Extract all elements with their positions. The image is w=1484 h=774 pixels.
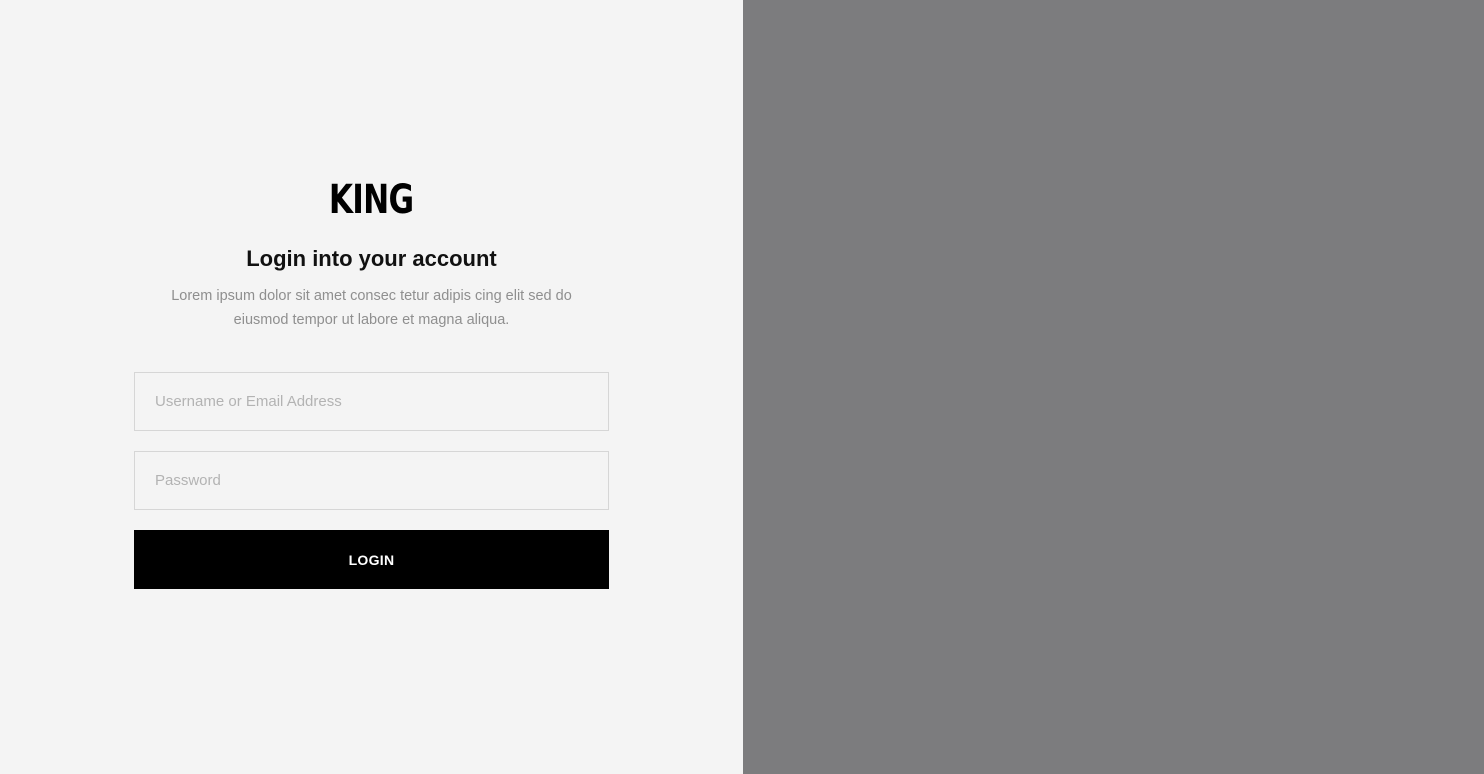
username-input[interactable] (134, 372, 609, 431)
page-title: Login into your account (246, 246, 497, 271)
login-panel: KING Login into your account Lorem ipsum… (0, 0, 743, 774)
logo: KING (134, 176, 609, 224)
login-description: Lorem ipsum dolor sit amet consec tetur … (171, 288, 572, 328)
side-image-panel (743, 0, 1484, 774)
password-input[interactable] (134, 451, 609, 510)
logo-text: KING (329, 177, 414, 223)
login-form: KING Login into your account Lorem ipsum… (134, 176, 609, 589)
login-button[interactable]: LOGIN (134, 530, 609, 589)
